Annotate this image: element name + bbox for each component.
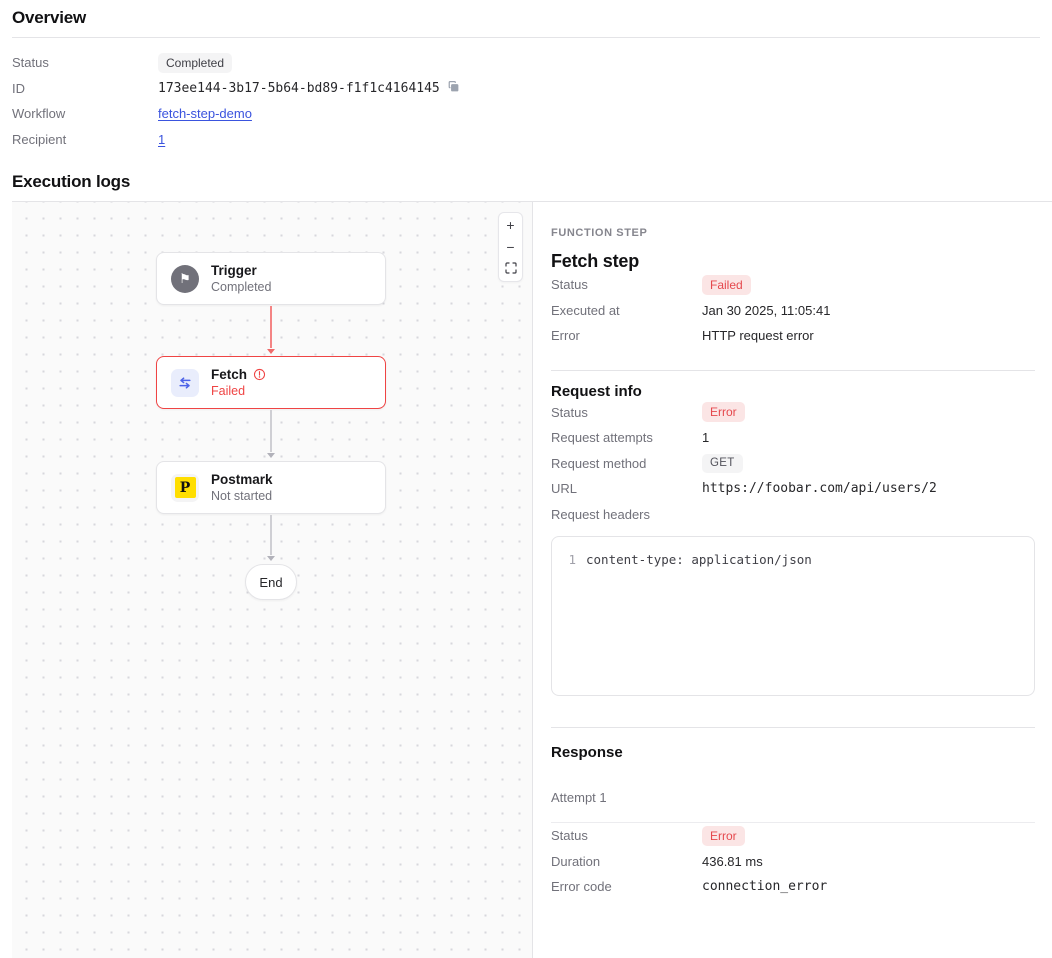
node-status: Completed: [211, 280, 271, 294]
overview-rows: Status Completed ID 173ee144-3b17-5b64-b…: [12, 50, 1040, 152]
summary-row-executed-at: Executed at Jan 30 2025, 11:05:41: [551, 298, 1035, 324]
status-label: Status: [12, 55, 158, 70]
attempt-label: Attempt 1: [551, 790, 1035, 805]
request-row-headers: Request headers: [551, 502, 1035, 528]
node-status: Failed: [211, 384, 266, 398]
request-row-status: Status Error: [551, 400, 1035, 426]
request-info-rows: Status Error Request attempts 1 Request …: [551, 400, 1035, 528]
response-row-status: Status Error: [551, 823, 1035, 849]
request-row-attempts: Request attempts 1: [551, 425, 1035, 451]
copy-id-button[interactable]: [447, 80, 460, 96]
request-info-title: Request info: [551, 383, 1035, 400]
workflow-label: Workflow: [12, 106, 158, 121]
step-title: Fetch step: [551, 251, 1035, 272]
postmark-logo-icon: P: [171, 474, 199, 502]
step-type-eyebrow: FUNCTION STEP: [551, 227, 1035, 239]
edge-trigger-to-fetch: [270, 306, 272, 354]
workflow-link[interactable]: fetch-step-demo: [158, 106, 252, 121]
response-row-error-code: Error code connection_error: [551, 874, 1035, 900]
response-rows: Status Error Duration 436.81 ms Error co…: [551, 823, 1035, 900]
run-id-value: 173ee144-3b17-5b64-bd89-f1f1c4164145: [158, 81, 440, 96]
response-title: Response: [551, 744, 1035, 761]
overview-divider: [12, 37, 1040, 38]
step-summary: Status Failed Executed at Jan 30 2025, 1…: [551, 272, 1035, 349]
execution-logs-area: ⚑ Trigger Completed Fetch: [12, 201, 1052, 958]
canvas-zoom-controls: + −: [498, 212, 523, 282]
overview-section: Overview Status Completed ID 173ee144-3b…: [0, 0, 1052, 152]
node-trigger[interactable]: ⚑ Trigger Completed: [156, 252, 386, 305]
error-value: HTTP request error: [702, 328, 814, 343]
code-content: content-type: application/json: [586, 551, 812, 569]
execution-logs-title: Execution logs: [0, 152, 1052, 201]
node-title: Postmark: [211, 472, 273, 487]
swap-arrows-icon: [171, 369, 199, 397]
step-detail-panel: FUNCTION STEP Fetch step Status Failed E…: [533, 202, 1052, 958]
fit-view-icon: [505, 262, 517, 276]
workflow-canvas[interactable]: ⚑ Trigger Completed Fetch: [12, 202, 533, 958]
panel-divider: [551, 370, 1035, 371]
run-status-badge: Completed: [158, 53, 232, 73]
error-warning-icon: [253, 368, 266, 381]
edge-postmark-to-end: [270, 515, 272, 561]
request-row-method: Request method GET: [551, 451, 1035, 477]
request-status-badge: Error: [702, 402, 745, 422]
request-headers-code-editor[interactable]: 1 content-type: application/json: [551, 536, 1035, 696]
summary-row-status: Status Failed: [551, 272, 1035, 298]
request-method-badge: GET: [702, 454, 743, 474]
overview-title: Overview: [12, 8, 1040, 28]
node-end[interactable]: End: [245, 564, 297, 600]
node-status: Not started: [211, 489, 273, 503]
overview-row-workflow: Workflow fetch-step-demo: [12, 101, 1040, 127]
fit-view-button[interactable]: [499, 258, 522, 280]
zoom-out-button[interactable]: −: [499, 236, 522, 258]
flag-icon: ⚑: [171, 265, 199, 293]
edge-fetch-to-postmark: [270, 410, 272, 458]
response-row-duration: Duration 436.81 ms: [551, 849, 1035, 875]
error-code-value: connection_error: [702, 879, 827, 894]
response-status-badge: Error: [702, 826, 745, 846]
step-status-badge: Failed: [702, 275, 751, 295]
recipient-link[interactable]: 1: [158, 132, 165, 147]
node-title: Fetch: [211, 367, 247, 382]
zoom-in-button[interactable]: +: [499, 214, 522, 236]
node-postmark[interactable]: P Postmark Not started: [156, 461, 386, 514]
id-label: ID: [12, 81, 158, 96]
request-row-url: URL https://foobar.com/api/users/2: [551, 476, 1035, 502]
duration-value: 436.81 ms: [702, 854, 763, 869]
copy-icon: [447, 80, 460, 96]
request-attempts-value: 1: [702, 430, 709, 445]
node-fetch[interactable]: Fetch Failed: [156, 356, 386, 409]
panel-divider: [551, 727, 1035, 728]
executed-at-value: Jan 30 2025, 11:05:41: [702, 303, 830, 318]
overview-row-recipient: Recipient 1: [12, 127, 1040, 153]
workflow-run-detail-page: Overview Status Completed ID 173ee144-3b…: [0, 0, 1052, 958]
request-url-value: https://foobar.com/api/users/2: [702, 481, 937, 496]
recipient-label: Recipient: [12, 132, 158, 147]
summary-row-error: Error HTTP request error: [551, 323, 1035, 349]
line-number: 1: [566, 551, 576, 569]
node-title: Trigger: [211, 263, 257, 278]
overview-row-status: Status Completed: [12, 50, 1040, 76]
code-line: 1 content-type: application/json: [566, 551, 1020, 569]
overview-row-id: ID 173ee144-3b17-5b64-bd89-f1f1c4164145: [12, 76, 1040, 102]
